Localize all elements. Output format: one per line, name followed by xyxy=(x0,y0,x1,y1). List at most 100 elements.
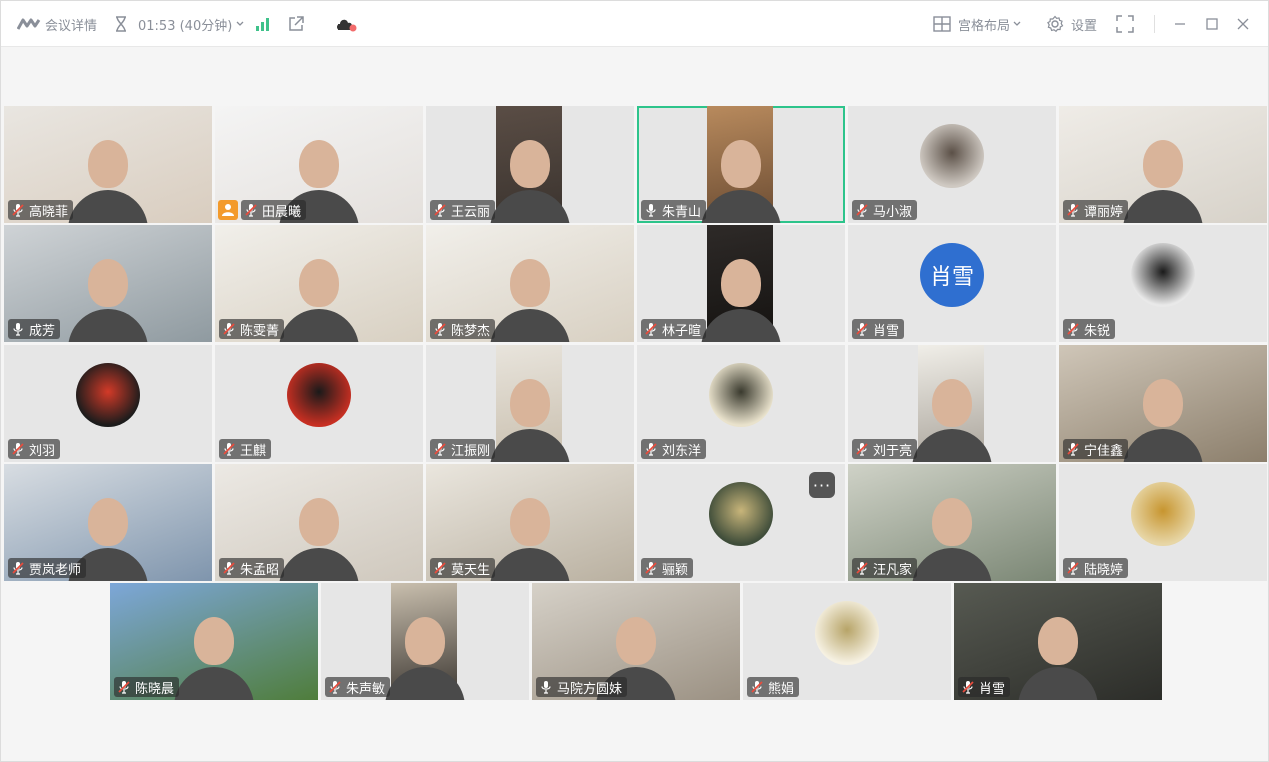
mic-muted-icon xyxy=(433,203,451,217)
participant-tile[interactable]: 陈雯菁 xyxy=(215,225,423,342)
participant-name-tag: 田晨曦 xyxy=(241,200,307,220)
participant-avatar xyxy=(1131,243,1195,307)
mic-muted-icon xyxy=(855,561,873,575)
minimize-button[interactable] xyxy=(1173,1,1187,47)
share-link-button[interactable] xyxy=(287,1,305,47)
mic-muted-icon xyxy=(644,442,662,456)
participant-tile[interactable]: 江振刚 xyxy=(426,345,634,462)
participant-video-silhouette xyxy=(616,617,656,665)
participant-tile[interactable]: 陈梦杰 xyxy=(426,225,634,342)
participant-video-silhouette xyxy=(88,498,128,546)
gear-icon xyxy=(1047,15,1064,33)
participant-name: 莫天生 xyxy=(451,562,491,578)
meeting-details-button[interactable]: 会议详情 xyxy=(17,1,97,47)
mic-muted-icon xyxy=(222,561,240,575)
participant-video-silhouette xyxy=(932,498,972,546)
mic-muted-icon xyxy=(1066,561,1084,575)
participant-name-tag: 王云丽 xyxy=(430,200,496,220)
settings-button[interactable]: 设置 xyxy=(1046,1,1097,47)
meeting-timer[interactable]: 01:53 (40分钟) xyxy=(113,1,245,47)
participant-tile[interactable]: 朱孟昭 xyxy=(215,464,423,581)
participant-tile[interactable]: 谭丽婷 xyxy=(1059,106,1267,223)
participant-tile[interactable]: 陈晓晨 xyxy=(110,583,318,700)
participant-name: 朱声敏 xyxy=(346,681,386,697)
participant-video-silhouette xyxy=(510,379,550,427)
participant-name: 成芳 xyxy=(29,323,56,339)
participant-tile[interactable]: 成芳 xyxy=(4,225,212,342)
participant-tile[interactable]: 肖雪 肖雪 xyxy=(848,225,1056,342)
participant-tile[interactable]: 陆晓婷 xyxy=(1059,464,1267,581)
participant-video-body xyxy=(1123,190,1203,223)
participant-tile[interactable]: 汪凡家 xyxy=(848,464,1056,581)
participant-name-tag: 宁佳鑫 xyxy=(1063,439,1129,459)
participant-avatar xyxy=(287,363,351,427)
external-link-icon xyxy=(289,16,304,31)
participant-tile[interactable]: 肖雪 xyxy=(954,583,1162,700)
mic-muted-icon xyxy=(1066,442,1084,456)
participant-name-tag: 江振刚 xyxy=(430,439,496,459)
participant-name: 熊娟 xyxy=(768,681,795,697)
participant-tile[interactable]: 田晨曦 xyxy=(215,106,423,223)
participant-tile[interactable]: 刘于亮 xyxy=(848,345,1056,462)
participant-video-silhouette xyxy=(510,259,550,307)
cloud-record-button[interactable] xyxy=(335,1,359,47)
participant-tile[interactable]: 朱锐 xyxy=(1059,225,1267,342)
participant-tile[interactable]: 王麒 xyxy=(215,345,423,462)
participant-name: 朱孟昭 xyxy=(240,562,280,578)
maximize-button[interactable] xyxy=(1205,1,1219,47)
settings-label: 设置 xyxy=(1071,18,1098,34)
layout-switch-button[interactable]: 宫格布局 xyxy=(933,1,1022,47)
participant-video-body xyxy=(1018,667,1098,700)
participant-name: 陆晓婷 xyxy=(1084,562,1124,578)
participant-name-tag: 肖雪 xyxy=(852,319,905,339)
participant-tile[interactable]: 朱青山 xyxy=(637,106,845,223)
participant-name: 刘东洋 xyxy=(662,443,702,459)
participant-tile[interactable]: 刘羽 xyxy=(4,345,212,462)
participant-name-tag: 林子暄 xyxy=(641,319,707,339)
participant-tile[interactable]: 熊娟 xyxy=(743,583,951,700)
fullscreen-button[interactable] xyxy=(1116,1,1134,47)
mic-muted-icon xyxy=(244,203,262,217)
more-options-button[interactable]: ··· xyxy=(809,472,835,498)
participant-name-tag: 刘羽 xyxy=(8,439,61,459)
participant-name: 骊颖 xyxy=(662,562,689,578)
meeting-window: 会议详情 01:53 (40分钟) 宫格布局 设置 高晓菲 田晨曦 王云丽 朱青… xyxy=(0,0,1269,762)
fullscreen-icon xyxy=(1116,15,1134,33)
title-bar: 会议详情 01:53 (40分钟) 宫格布局 设置 xyxy=(1,1,1268,47)
participant-avatar xyxy=(709,482,773,546)
close-icon xyxy=(1237,18,1249,30)
participant-name-tag: 谭丽婷 xyxy=(1063,200,1129,220)
participant-video-body xyxy=(490,309,570,342)
participant-video-body xyxy=(912,548,992,581)
mic-muted-icon xyxy=(961,680,979,694)
layout-label: 宫格布局 xyxy=(958,18,1011,34)
mic-muted-icon xyxy=(750,680,768,694)
participant-tile[interactable]: 贾岚老师 xyxy=(4,464,212,581)
participant-video-body xyxy=(68,309,148,342)
participant-tile[interactable]: 马小淑 xyxy=(848,106,1056,223)
participant-tile[interactable]: 刘东洋 xyxy=(637,345,845,462)
participant-video-silhouette xyxy=(299,498,339,546)
participant-tile[interactable]: 宁佳鑫 xyxy=(1059,345,1267,462)
participant-name-tag: 汪凡家 xyxy=(852,558,918,578)
participant-video-silhouette xyxy=(194,617,234,665)
participant-name: 汪凡家 xyxy=(873,562,913,578)
close-button[interactable] xyxy=(1236,1,1250,47)
mic-on-icon xyxy=(539,680,557,694)
participant-tile[interactable]: 高晓菲 xyxy=(4,106,212,223)
mic-muted-icon xyxy=(644,561,662,575)
participant-tile[interactable]: 王云丽 xyxy=(426,106,634,223)
participant-video-body xyxy=(68,190,148,223)
network-signal-button[interactable] xyxy=(255,1,271,47)
participant-tile[interactable]: 朱声敏 xyxy=(321,583,529,700)
mic-muted-icon xyxy=(222,322,240,336)
participant-name: 马小淑 xyxy=(873,204,913,220)
participant-video-silhouette xyxy=(88,259,128,307)
participant-tile[interactable]: 马院方圆妹 xyxy=(532,583,740,700)
participant-tile[interactable]: 莫天生 xyxy=(426,464,634,581)
mic-muted-icon xyxy=(433,561,451,575)
participant-avatar xyxy=(76,363,140,427)
participant-name: 肖雪 xyxy=(979,681,1006,697)
participant-tile[interactable]: 林子暄 xyxy=(637,225,845,342)
participant-video-silhouette xyxy=(510,140,550,188)
